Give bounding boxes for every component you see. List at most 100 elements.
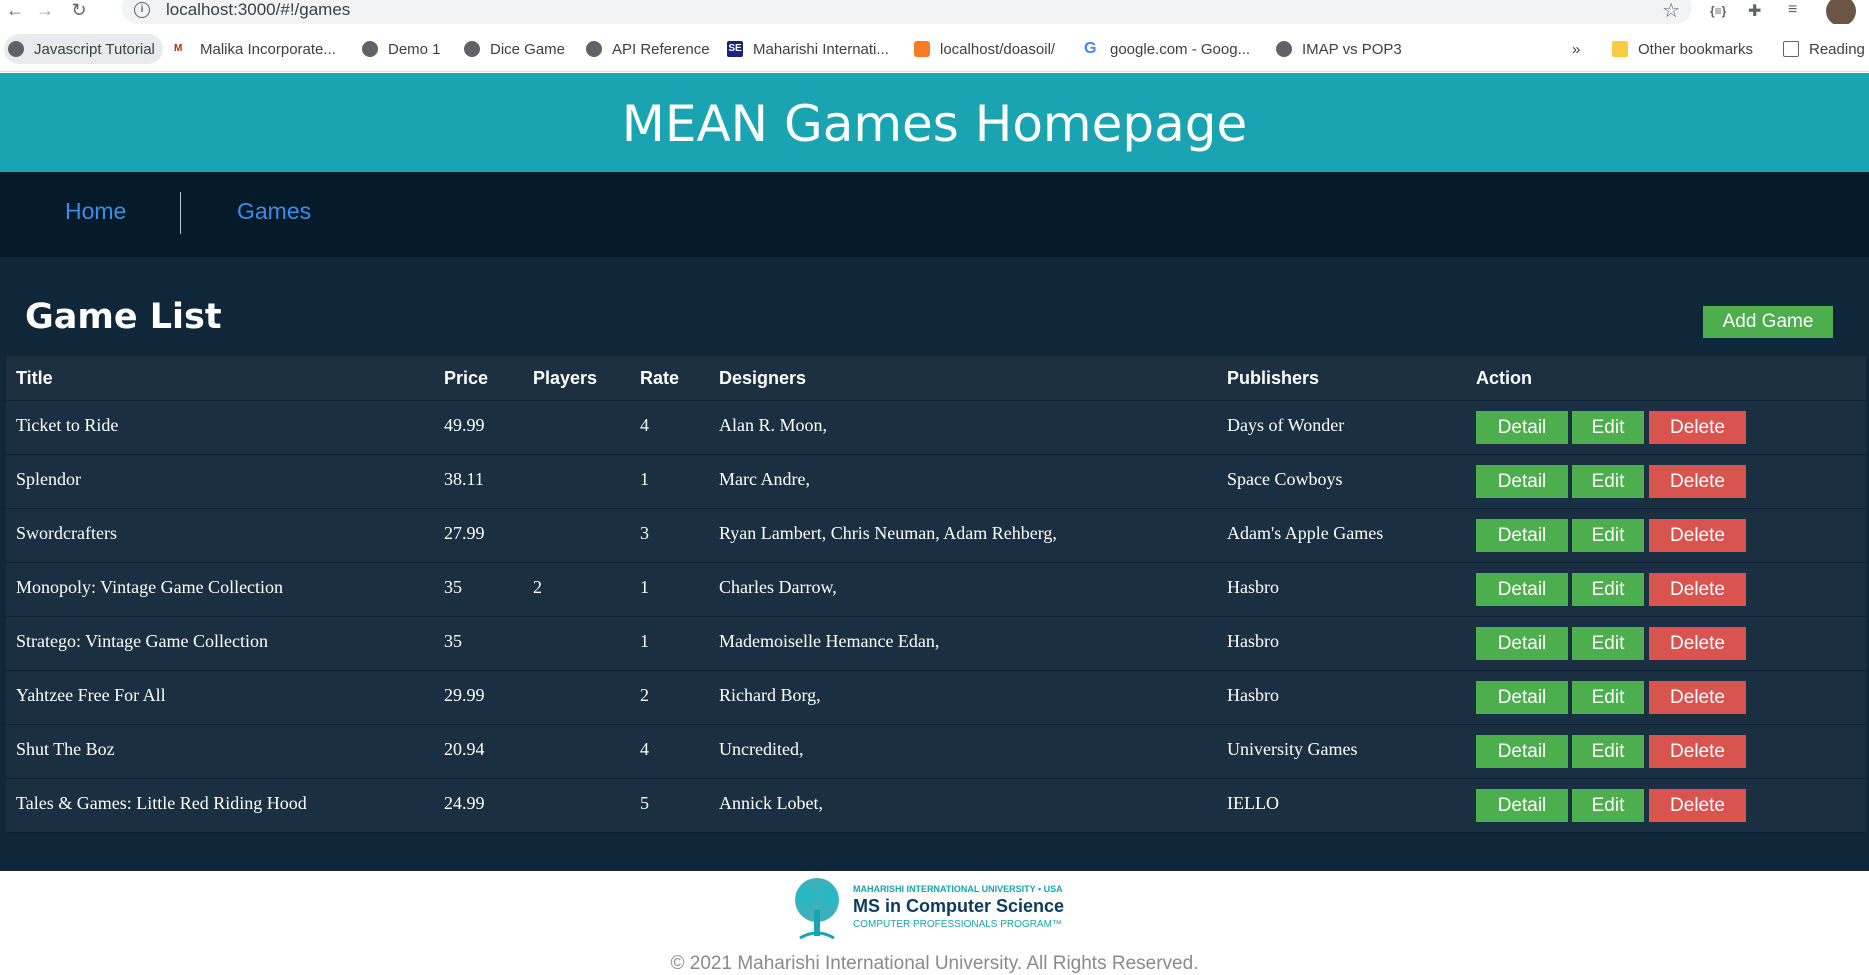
reading-list-toolbar-icon[interactable]: ≡ (1788, 1, 1797, 19)
detail-button[interactable]: Detail (1476, 465, 1568, 498)
edit-button[interactable]: Edit (1572, 627, 1644, 660)
delete-button[interactable]: Delete (1649, 573, 1746, 606)
bookmarks-bar: Javascript Tutorial M Malika Incorporate… (0, 24, 1869, 72)
profile-avatar[interactable] (1826, 0, 1856, 26)
nav-link-games[interactable]: Games (237, 198, 311, 225)
copyright-text: © 2021 Maharishi International Universit… (670, 953, 1199, 974)
delete-button[interactable]: Delete (1649, 465, 1746, 498)
logo-program-text: MS in Computer Science (853, 896, 1065, 916)
detail-button[interactable]: Detail (1476, 573, 1568, 606)
bookmark-label: localhost/doasoil/ (940, 40, 1056, 58)
table-row: Ticket to Ride 49.99 4 Alan R. Moon, Day… (6, 401, 1866, 455)
table-row: Stratego: Vintage Game Collection 35 1 M… (6, 617, 1866, 671)
cell-title: Yahtzee Free For All (16, 685, 166, 705)
cell-rate: 1 (640, 469, 649, 489)
bookmark-label: google.com - Goog... (1110, 40, 1251, 58)
globe-icon (8, 41, 24, 57)
globe-icon (1276, 41, 1292, 57)
edit-button[interactable]: Edit (1572, 519, 1644, 552)
bookmark-label: API Reference (612, 40, 710, 58)
logo-subtitle-text: COMPUTER PROFESSIONALS PROGRAM™ (853, 919, 1062, 930)
reading-list-button[interactable]: Reading (1783, 34, 1865, 64)
cell-price: 29.99 (444, 685, 485, 705)
detail-button[interactable]: Detail (1476, 789, 1568, 822)
delete-button[interactable]: Delete (1649, 681, 1746, 714)
detail-button[interactable]: Detail (1476, 681, 1568, 714)
edit-button[interactable]: Edit (1572, 465, 1644, 498)
cell-designers: Alan R. Moon, (719, 415, 827, 435)
delete-button[interactable]: Delete (1649, 627, 1746, 660)
detail-button[interactable]: Detail (1476, 519, 1568, 552)
cell-title: Splendor (16, 469, 81, 489)
column-header-title: Title (16, 368, 53, 388)
add-game-button[interactable]: Add Game (1703, 306, 1833, 338)
nav-divider (180, 192, 181, 234)
cell-title: Shut The Boz (16, 739, 115, 759)
cell-publishers: Space Cowboys (1227, 469, 1343, 489)
address-bar[interactable]: i localhost:3000/#!/games ☆ (122, 0, 1692, 24)
edit-button[interactable]: Edit (1572, 735, 1644, 768)
table-row: Splendor 38.11 1 Marc Andre, Space Cowbo… (6, 455, 1866, 509)
edit-button[interactable]: Edit (1572, 411, 1644, 444)
other-bookmarks-label: Other bookmarks (1638, 40, 1754, 58)
delete-button[interactable]: Delete (1649, 789, 1746, 822)
cell-price: 38.11 (444, 469, 484, 489)
bookmark-demo-1[interactable]: Demo 1 (362, 34, 441, 64)
cell-rate: 5 (640, 793, 649, 813)
games-table: Title Price Players Rate Designers Publi… (6, 356, 1866, 833)
json-extension-icon[interactable]: {≡} (1710, 4, 1726, 18)
delete-button[interactable]: Delete (1649, 411, 1746, 444)
globe-icon (586, 41, 602, 57)
google-icon: G (1084, 40, 1097, 57)
tree-logo-icon (795, 878, 839, 940)
bookmark-javascript-tutorial[interactable]: Javascript Tutorial (4, 34, 163, 64)
address-bar-url[interactable]: localhost:3000/#!/games (166, 0, 350, 20)
cell-designers: Richard Borg, (719, 685, 821, 705)
cell-price: 24.99 (444, 793, 485, 813)
cell-price: 27.99 (444, 523, 485, 543)
detail-button[interactable]: Detail (1476, 735, 1568, 768)
edit-button[interactable]: Edit (1572, 573, 1644, 606)
table-row: Monopoly: Vintage Game Collection 35 2 1… (6, 563, 1866, 617)
forward-icon[interactable]: → (34, 0, 56, 22)
bookmark-google[interactable]: G google.com - Goog... (1084, 34, 1250, 64)
edit-button[interactable]: Edit (1572, 789, 1644, 822)
bookmark-api-reference[interactable]: API Reference (586, 34, 710, 64)
cell-publishers: Hasbro (1227, 631, 1279, 651)
reload-icon[interactable]: ↻ (68, 0, 90, 22)
bookmark-dice-game[interactable]: Dice Game (464, 34, 565, 64)
cell-title: Stratego: Vintage Game Collection (16, 631, 269, 651)
bookmark-imap-vs-pop3[interactable]: IMAP vs POP3 (1276, 34, 1402, 64)
extensions-puzzle-icon[interactable]: ✚ (1748, 1, 1761, 21)
cell-rate: 1 (640, 631, 649, 651)
delete-button[interactable]: Delete (1649, 735, 1746, 768)
edit-button[interactable]: Edit (1572, 681, 1644, 714)
cell-designers: Mademoiselle Hemance Edan, (719, 631, 940, 651)
other-bookmarks-folder[interactable]: Other bookmarks (1612, 34, 1753, 64)
bookmark-localhost-doasoil[interactable]: localhost/doasoil/ (914, 34, 1055, 64)
globe-icon (362, 41, 378, 57)
delete-button[interactable]: Delete (1649, 519, 1746, 552)
column-header-designers: Designers (719, 368, 807, 388)
bookmarks-overflow-button[interactable]: » (1572, 34, 1580, 64)
table-row: Shut The Boz 20.94 4 Uncredited, Univers… (6, 725, 1866, 779)
column-header-price: Price (444, 368, 489, 388)
main-content: Game List Add Game Title Price Players R… (0, 257, 1869, 871)
cell-publishers: Hasbro (1227, 685, 1279, 705)
bookmark-malika[interactable]: M Malika Incorporate... (174, 34, 336, 64)
nav-link-home[interactable]: Home (65, 198, 126, 225)
info-icon[interactable]: i (134, 2, 150, 18)
detail-button[interactable]: Detail (1476, 627, 1568, 660)
bookmark-star-icon[interactable]: ☆ (1662, 0, 1680, 23)
detail-button[interactable]: Detail (1476, 411, 1568, 444)
cell-price: 20.94 (444, 739, 485, 759)
bookmark-maharishi[interactable]: SE Maharishi Internati... (727, 34, 889, 64)
back-icon[interactable]: ← (4, 0, 26, 22)
column-header-publishers: Publishers (1227, 368, 1320, 388)
logo-university-text: MAHARISHI INTERNATIONAL UNIVERSITY • USA (853, 884, 1063, 894)
game-list-heading: Game List (25, 297, 222, 337)
gmail-icon: M (174, 41, 190, 57)
cell-rate: 2 (640, 685, 649, 705)
university-logo: MAHARISHI INTERNATIONAL UNIVERSITY • USA… (788, 876, 1088, 942)
cell-publishers: Hasbro (1227, 577, 1279, 597)
